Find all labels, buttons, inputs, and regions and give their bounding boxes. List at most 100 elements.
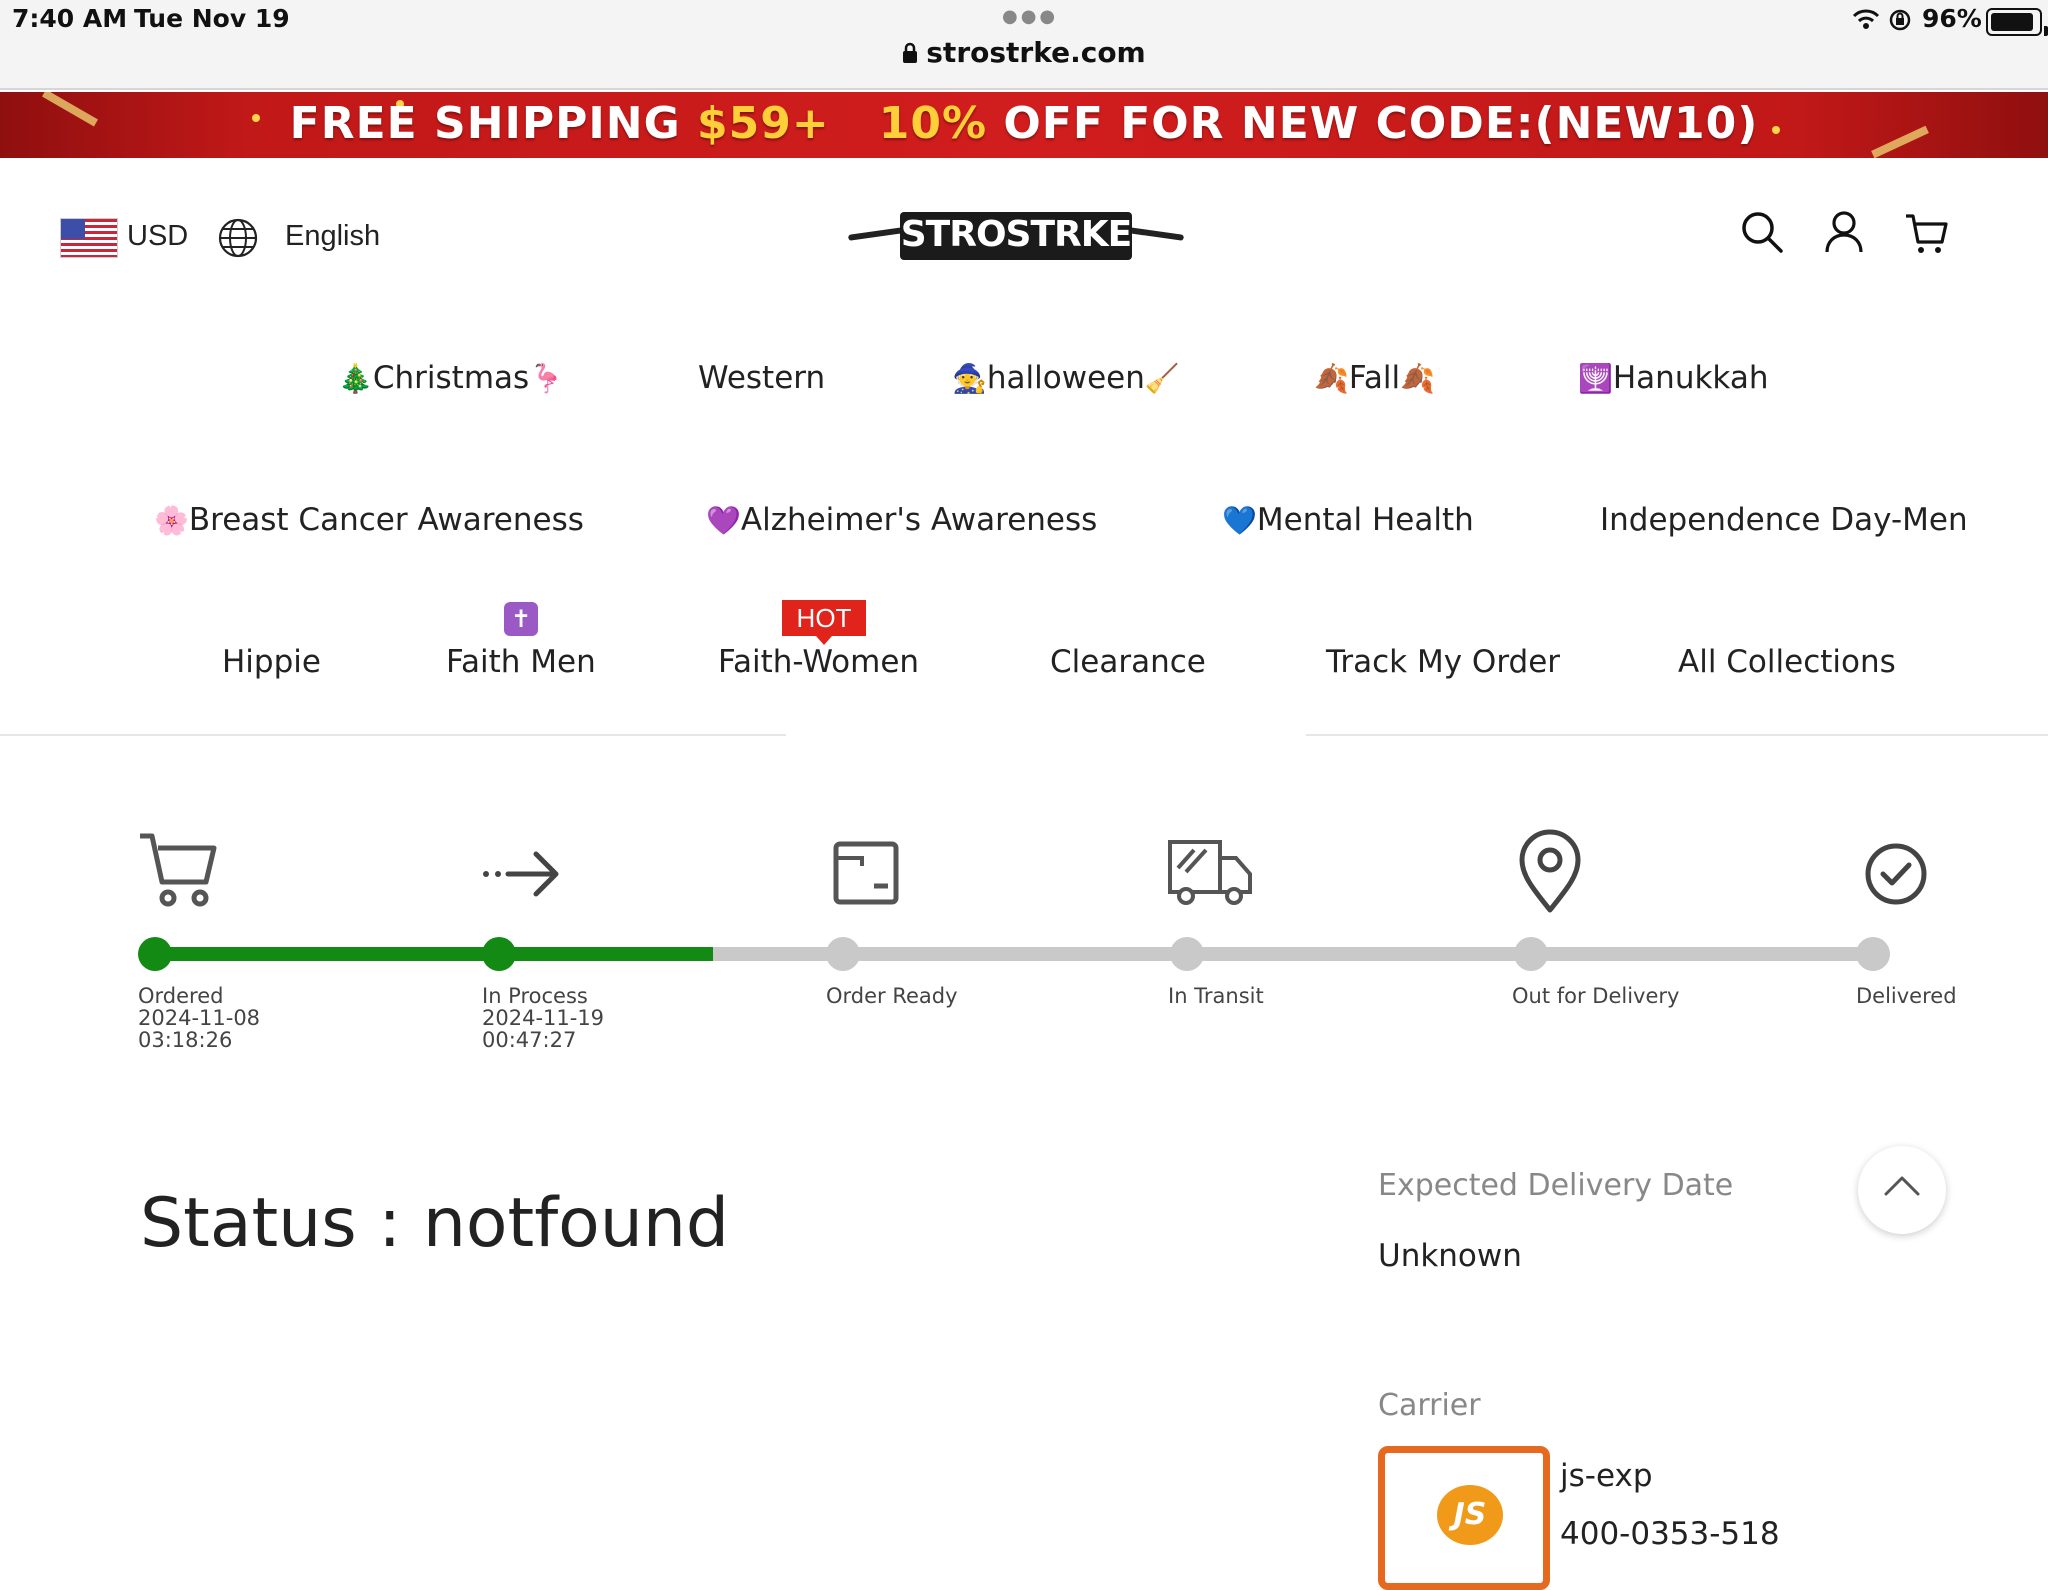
step-node-out-for-delivery <box>1514 937 1548 971</box>
search-icon[interactable] <box>1740 210 1784 258</box>
nav-divider <box>1306 734 2048 736</box>
wallet-box-icon <box>826 828 910 916</box>
nav-hanukkah[interactable]: 🕎Hanukkah <box>1578 360 1768 396</box>
step-label: Order Ready <box>826 984 958 1008</box>
leaf-icon: 🍂 <box>1400 362 1435 395</box>
chevron-up-icon <box>1882 1174 1922 1202</box>
step-date: 2024-11-19 <box>482 1006 605 1030</box>
account-icon[interactable] <box>1824 210 1864 258</box>
cross-badge-icon: ✝ <box>504 602 538 636</box>
address-bar[interactable]: strostrke.com <box>0 36 2048 71</box>
battery-nub <box>2044 26 2048 36</box>
nav-faith-women[interactable]: Faith-Women <box>718 644 919 680</box>
logo-text: STROSTRKE <box>900 214 1133 255</box>
nav-independence-day-men[interactable]: Independence Day-Men <box>1600 502 1968 538</box>
truck-icon <box>1164 828 1256 916</box>
status-time: 7:40 AM <box>12 4 128 33</box>
nav-track-my-order[interactable]: Track My Order <box>1326 644 1560 680</box>
step-order-ready: Order Ready <box>826 985 958 1007</box>
nav-label: Clearance <box>1050 644 1206 680</box>
battery-percent: 96% <box>1922 4 1982 33</box>
carrier-logo-text: JS <box>1453 1497 1487 1532</box>
nav-mental-health[interactable]: 💙Mental Health <box>1222 502 1474 538</box>
nav-halloween[interactable]: 🧙halloween🧹 <box>952 360 1180 396</box>
step-label: In Transit <box>1168 984 1264 1008</box>
step-delivered: Delivered <box>1856 985 1957 1007</box>
nav-faith-men[interactable]: Faith Men <box>446 644 596 680</box>
cart-icon[interactable] <box>1904 212 1948 260</box>
nav-label: Mental Health <box>1256 502 1474 538</box>
nav-label: Breast Cancer Awareness <box>188 502 584 538</box>
nav-label: halloween <box>986 360 1145 396</box>
orientation-lock-icon <box>1888 8 1912 36</box>
step-time: 03:18:26 <box>138 1028 233 1052</box>
nav-clearance[interactable]: Clearance <box>1050 644 1206 680</box>
blue-heart-icon: 💙 <box>1222 504 1257 537</box>
language-selector[interactable]: English <box>285 220 380 253</box>
site-logo[interactable]: STROSTRKE <box>847 206 1185 266</box>
nav-christmas[interactable]: 🎄Christmas🦩 <box>338 360 564 396</box>
promo-code: OFF FOR NEW CODE:(NEW10) <box>1003 98 1759 149</box>
blossom-icon: 🌸 <box>154 504 189 537</box>
carrier-name: js-exp <box>1560 1458 1653 1494</box>
nav-label: Hippie <box>222 644 321 680</box>
step-time: 00:47:27 <box>482 1028 577 1052</box>
nav-label: Track My Order <box>1326 644 1561 680</box>
broom-icon: 🧹 <box>1144 362 1180 395</box>
battery-icon <box>1986 8 2048 36</box>
multitask-dots-icon[interactable]: ●●● <box>1002 6 1058 27</box>
step-in-process: In Process 2024-11-19 00:47:27 <box>482 985 604 1051</box>
expected-delivery-label: Expected Delivery Date <box>1378 1168 1734 1203</box>
order-status: Status : notfound <box>140 1184 730 1263</box>
globe-icon[interactable] <box>218 218 258 262</box>
nav-alzheimers-awareness[interactable]: 💜Alzheimer's Awareness <box>706 502 1097 538</box>
leaf-icon: 🍂 <box>1314 362 1349 395</box>
tree-icon: 🎄 <box>338 362 373 395</box>
progress-fill <box>154 947 713 961</box>
carrier-phone: 400-0353-518 <box>1560 1516 1780 1552</box>
battery-fill <box>1991 13 2033 31</box>
nav-label: Independence Day-Men <box>1600 502 1968 538</box>
nav-label: Faith-Women <box>718 644 920 680</box>
step-label: Delivered <box>1856 984 1957 1008</box>
step-node-delivered <box>1856 937 1890 971</box>
step-in-transit: In Transit <box>1168 985 1264 1007</box>
purple-heart-icon: 💜 <box>706 504 741 537</box>
currency-selector[interactable]: USD <box>127 220 188 253</box>
wifi-icon <box>1852 8 1880 34</box>
nav-fall[interactable]: 🍂Fall🍂 <box>1314 360 1435 396</box>
status-date: Tue Nov 19 <box>134 4 290 33</box>
step-label: Out for Delivery <box>1512 984 1680 1008</box>
promo-banner[interactable]: FREE SHIPPING $59+ 10% OFF FOR NEW CODE:… <box>0 92 2048 158</box>
nav-label: Alzheimer's Awareness <box>740 502 1098 538</box>
step-label: Ordered <box>138 984 224 1008</box>
nav-label: Hanukkah <box>1612 360 1769 396</box>
step-node-order-ready <box>826 937 860 971</box>
step-date: 2024-11-08 <box>138 1006 261 1030</box>
nav-label: All Collections <box>1678 644 1896 680</box>
nav-divider <box>0 734 786 736</box>
nav-breast-cancer-awareness[interactable]: 🌸Breast Cancer Awareness <box>154 502 584 538</box>
step-out-for-delivery: Out for Delivery <box>1512 985 1679 1007</box>
nav-all-collections[interactable]: All Collections <box>1678 644 1896 680</box>
nav-hippie[interactable]: Hippie <box>222 644 321 680</box>
promo-threshold: $59+ <box>697 98 830 149</box>
nav-label: Fall <box>1348 360 1401 396</box>
nav-label: Western <box>698 360 826 396</box>
carrier-logo-box: JS <box>1378 1446 1550 1590</box>
promo-text: FREE SHIPPING $59+ 10% OFF FOR NEW CODE:… <box>0 98 2048 149</box>
expected-delivery-value: Unknown <box>1378 1238 1522 1274</box>
url-text: strostrke.com <box>926 36 1146 69</box>
cart-icon <box>136 828 220 916</box>
hot-badge: HOT <box>782 600 866 636</box>
nav-western[interactable]: Western <box>698 360 825 396</box>
arrow-right-icon <box>480 828 564 916</box>
us-flag-icon[interactable] <box>60 218 118 258</box>
ios-status-bar: 7:40 AM Tue Nov 19 ●●● strostrke.com 96% <box>0 0 2048 90</box>
promo-discount: 10% <box>878 98 988 149</box>
scroll-to-top-button[interactable] <box>1858 1146 1946 1234</box>
step-node-in-process <box>482 937 516 971</box>
witch-icon: 🧙 <box>952 362 987 395</box>
step-label: In Process <box>482 984 588 1008</box>
step-node-in-transit <box>1170 937 1204 971</box>
